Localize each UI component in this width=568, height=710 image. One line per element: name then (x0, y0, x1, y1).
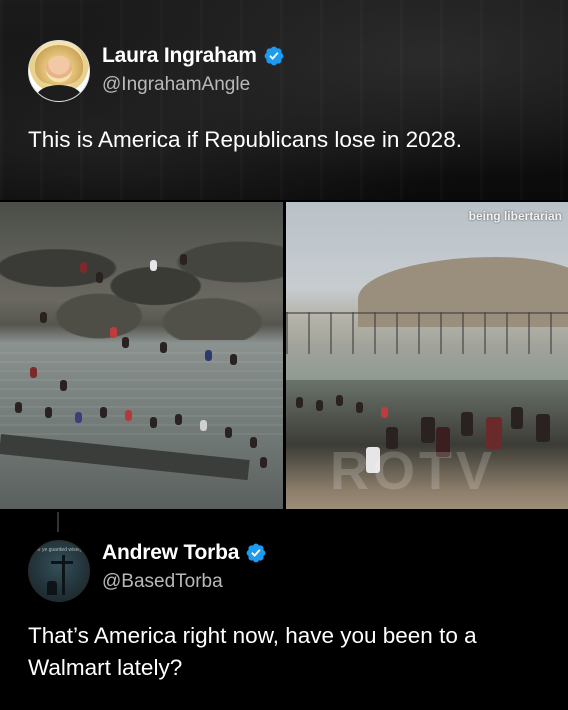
tweet2-handle[interactable]: @BasedTorba (102, 571, 223, 593)
tweet1-handle[interactable]: @IngrahamAngle (102, 74, 250, 96)
tweet1-text: This is America if Republicans lose in 2… (28, 127, 462, 152)
andrew-torba-avatar[interactable]: be ye guarded wisely (28, 540, 90, 602)
laura-ingraham-avatar[interactable] (28, 40, 90, 102)
ghost-watermark: ROTV (330, 441, 497, 501)
avatar-figure (47, 581, 57, 595)
tweet1-header-background (0, 0, 568, 200)
tweet2-text: That’s America right now, have you been … (28, 623, 477, 680)
tweet2-name-row[interactable]: Andrew Torba (102, 541, 267, 565)
tweet1-display-name[interactable]: Laura Ingraham (102, 44, 257, 68)
tweet1-name-row[interactable]: Laura Ingraham (102, 44, 285, 68)
avatar-caption: be ye guarded wisely (35, 547, 82, 553)
being-libertarian-watermark: being libertarian (468, 209, 562, 223)
tweet2-display-name[interactable]: Andrew Torba (102, 541, 239, 565)
thread-connector-line (57, 512, 59, 532)
avatar-crossbar (51, 561, 73, 564)
verified-badge-icon (264, 46, 284, 66)
avatar-shirt (37, 85, 81, 101)
avatar-hair (35, 45, 83, 85)
verified-badge-icon (246, 543, 266, 563)
tweet1-image-left[interactable] (0, 202, 283, 509)
